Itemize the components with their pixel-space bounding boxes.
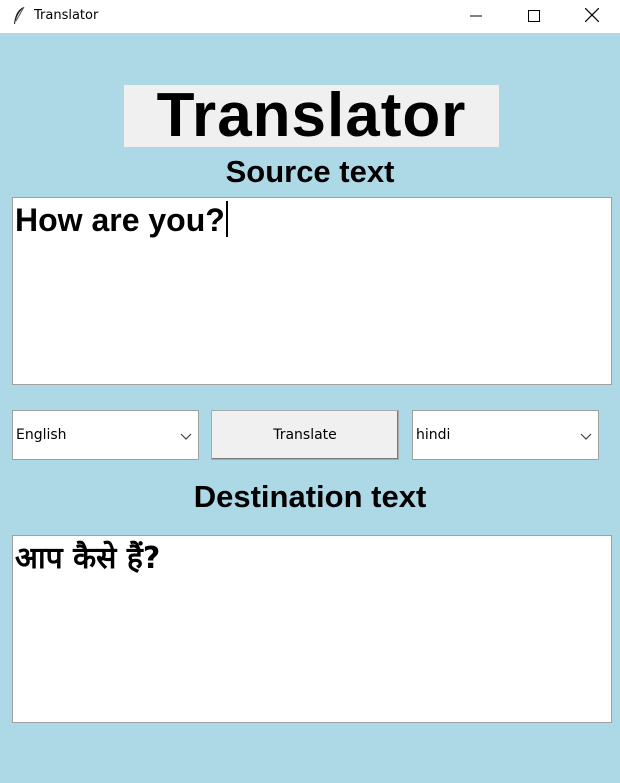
text-caret (225, 201, 228, 237)
maximize-button[interactable] (505, 0, 563, 33)
destination-language-select[interactable]: hindi (412, 410, 599, 460)
chevron-down-icon (180, 430, 192, 440)
chevron-down-icon (580, 430, 592, 440)
page-title: Translator (156, 81, 467, 150)
source-text-area[interactable]: How are you? (12, 197, 612, 385)
maximize-icon (528, 7, 540, 26)
destination-text-area[interactable]: आप कैसे हैं? (12, 535, 612, 723)
window-title: Translator (34, 8, 99, 23)
minimize-icon (470, 7, 482, 26)
close-icon (584, 7, 600, 26)
source-text-value: How are you? (15, 202, 225, 238)
minimize-button[interactable] (447, 0, 505, 33)
close-button[interactable] (563, 0, 620, 33)
feather-icon (12, 6, 26, 26)
destination-text-value: आप कैसे हैं? (15, 541, 161, 576)
source-language-value: English (16, 427, 67, 443)
source-text-label: Source text (225, 154, 395, 189)
destination-language-value: hindi (416, 427, 451, 443)
app-body: Translator Source text How are you? Engl… (0, 33, 620, 783)
title-bar: Translator (0, 0, 620, 33)
translate-button[interactable]: Translate (211, 410, 399, 460)
heading-box: Translator (124, 85, 499, 147)
destination-text-label: Destination text (193, 479, 427, 514)
source-language-select[interactable]: English (12, 410, 199, 460)
